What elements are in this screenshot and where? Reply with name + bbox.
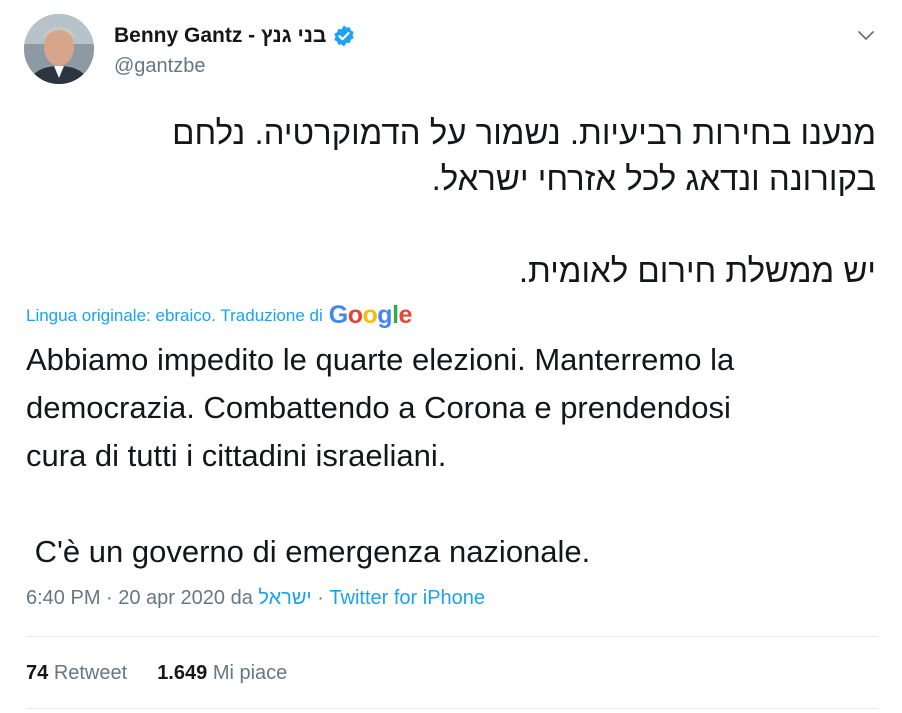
like-label: Mi piace (212, 662, 288, 684)
original-text-line: בקורונה ונדאג לכל אזרחי ישראל. (431, 160, 876, 197)
tweet-translated-text: Abbiamo impedito le quarte elezioni. Man… (26, 336, 876, 576)
source-link[interactable]: Twitter for iPhone (329, 587, 485, 609)
like-stat[interactable]: 1.649 Mi piace (157, 662, 287, 685)
location-link[interactable]: ישראל (258, 587, 311, 609)
verified-badge-icon (334, 25, 355, 47)
retweet-stat[interactable]: 74 Retweet (26, 662, 127, 685)
profile-photo (24, 14, 94, 84)
tweet-stats: 74 Retweet 1.649 Mi piace (26, 662, 317, 685)
google-logo[interactable]: Google (329, 301, 413, 330)
author-name-row: Benny Gantz - בני גנץ (114, 24, 356, 48)
original-text-line: יש ממשלת חירום לאומית. (518, 252, 876, 289)
display-name[interactable]: Benny Gantz - בני גנץ (114, 24, 326, 48)
chevron-down-icon[interactable] (856, 25, 876, 45)
author-handle[interactable]: @gantzbe (114, 55, 205, 78)
retweet-count: 74 (26, 662, 49, 684)
translated-text-line: C'è un governo di emergenza nazionale. (26, 534, 591, 569)
translated-text-line: Abbiamo impedito le quarte elezioni. Man… (26, 342, 735, 377)
avatar[interactable] (24, 14, 94, 84)
timestamp[interactable]: 6:40 PM · 20 apr 2020 da (26, 587, 253, 609)
translated-text-line: democrazia. Combattendo a Corona e prend… (26, 390, 731, 425)
retweet-label: Retweet (53, 662, 128, 684)
tweet-card: Benny Gantz - בני גנץ @gantzbe מנענו בחי… (0, 0, 902, 713)
translated-text-line: cura di tutti i cittadini israeliani. (26, 438, 447, 473)
divider (26, 636, 878, 637)
translation-note: Lingua originale: ebraico. Traduzione di… (26, 301, 412, 330)
like-count: 1.649 (157, 662, 208, 684)
translation-note-text: Lingua originale: ebraico. Traduzione di (26, 305, 323, 325)
original-text-line: מנענו בחירות רביעיות. נשמור על הדמוקרטיה… (172, 114, 876, 151)
tweet-original-text: מנענו בחירות רביעיות. נשמור על הדמוקרטיה… (26, 110, 876, 294)
divider (26, 708, 878, 709)
tweet-meta: 6:40 PM · 20 apr 2020 da ישראל · Twitter… (26, 587, 485, 610)
meta-separator: · (317, 587, 324, 609)
